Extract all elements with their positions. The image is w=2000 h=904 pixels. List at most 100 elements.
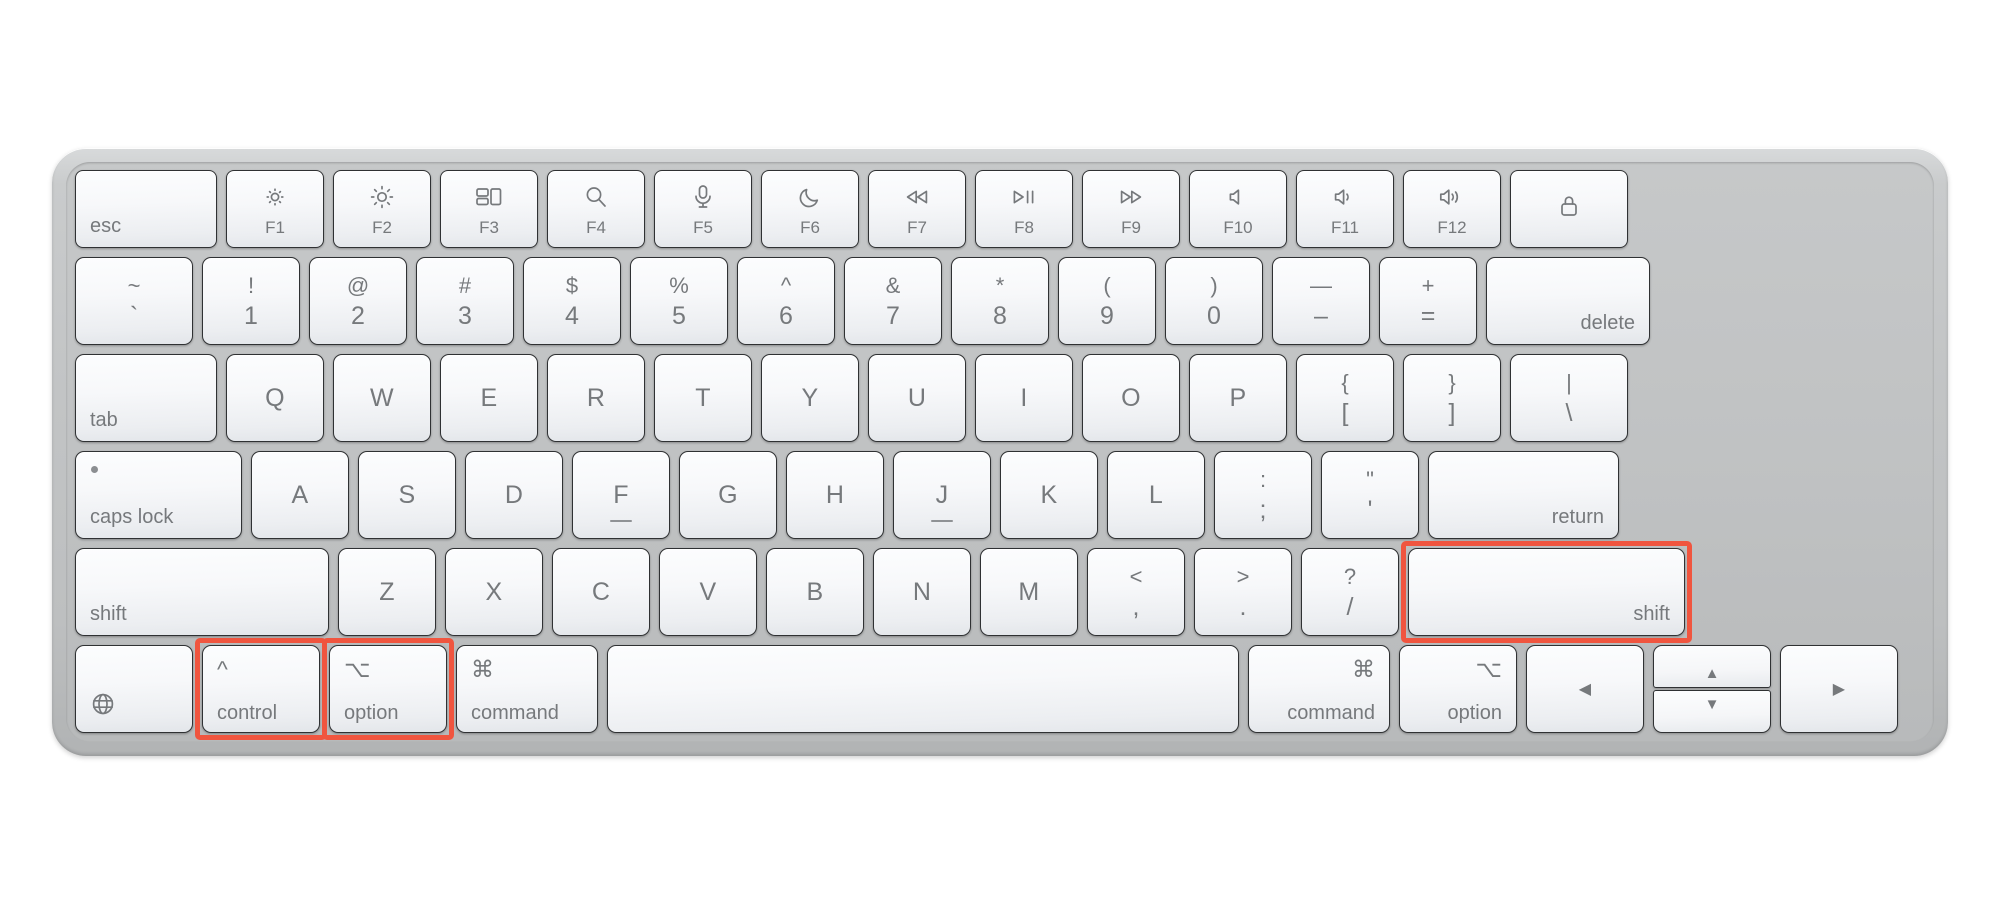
key-bracket-right[interactable]: } ] [1403,354,1501,442]
key-return[interactable]: return [1428,451,1619,539]
key-quote-upper: " [1366,467,1374,492]
key-l[interactable]: L [1107,451,1205,539]
brightness-up-icon [369,184,395,210]
key-d[interactable]: D [465,451,563,539]
key-j[interactable]: J [893,451,991,539]
key-slash[interactable]: ? / [1301,548,1399,636]
key-arrow-up[interactable]: ▲ [1653,645,1771,688]
key-n[interactable]: N [873,548,971,636]
key-quote[interactable]: " ' [1321,451,1419,539]
key-r[interactable]: R [547,354,645,442]
key-k[interactable]: K [1000,451,1098,539]
key-semicolon[interactable]: : ; [1214,451,1312,539]
key-backslash[interactable]: | \ [1510,354,1628,442]
number-key-row: ~ ` ! 1 @ 2 # 3 $ 4 % 5 ^ 6 & 7 * 8 (9 … [75,257,1925,345]
key-f[interactable]: F [572,451,670,539]
key-s[interactable]: S [358,451,456,539]
key-a[interactable]: A [251,451,349,539]
key-globe-fn[interactable] [75,645,193,733]
key-3-lower: 3 [458,301,472,330]
key-space[interactable] [607,645,1239,733]
key-e[interactable]: E [440,354,538,442]
key-q[interactable]: Q [226,354,324,442]
key-9[interactable]: ( 9 [1058,257,1156,345]
key-arrow-down[interactable]: ▼ [1653,690,1771,733]
key-5[interactable]: % 5 [630,257,728,345]
key-tab[interactable]: tab [75,354,217,442]
key-4[interactable]: $ 4 [523,257,621,345]
key-slash-upper: ? [1343,564,1357,589]
key-t[interactable]: T [654,354,752,442]
key-caps-lock[interactable]: caps lock [75,451,242,539]
key-f6[interactable]: F6 [761,170,859,248]
key-comma[interactable]: < , [1087,548,1185,636]
key-f11[interactable]: F11 [1296,170,1394,248]
key-1[interactable]: ! 1 [202,257,300,345]
key-p[interactable]: P [1189,354,1287,442]
key-backtick[interactable]: ~ ` [75,257,193,345]
key-period[interactable]: > . [1194,548,1292,636]
key-esc[interactable]: esc [75,170,217,248]
key-arrow-right[interactable]: ▶ [1780,645,1898,733]
key-7[interactable]: & 7 [844,257,942,345]
key-f12[interactable]: F12 [1403,170,1501,248]
key-3-upper: # [458,273,472,298]
key-4-lower: 4 [565,301,579,330]
key-equal[interactable]: + = [1379,257,1477,345]
key-control-left[interactable]: ^ control [195,638,327,740]
key-f4[interactable]: F4 [547,170,645,248]
key-semicolon-upper: : [1259,467,1267,492]
key-shift-left[interactable]: shift [75,548,329,636]
key-option-left-label: option [344,702,399,724]
key-0[interactable]: ) 0 [1165,257,1263,345]
highlight-box-control [195,638,327,740]
key-9-upper: ( [1103,273,1111,298]
key-f3[interactable]: F3 [440,170,538,248]
key-u[interactable]: U [868,354,966,442]
key-option-right[interactable]: ⌥ option [1399,645,1517,733]
key-touch-id[interactable] [1510,170,1628,248]
key-delete[interactable]: delete [1486,257,1650,345]
key-f5[interactable]: F5 [654,170,752,248]
key-bracket-left[interactable]: { [ [1296,354,1394,442]
spotlight-search-icon [583,184,609,210]
key-o[interactable]: O [1082,354,1180,442]
key-f9[interactable]: F9 [1082,170,1180,248]
arrow-down-icon: ▼ [1704,696,1720,713]
key-w[interactable]: W [333,354,431,442]
key-backtick-lower: ` [129,301,139,330]
key-6[interactable]: ^ 6 [737,257,835,345]
key-y[interactable]: Y [761,354,859,442]
key-8[interactable]: * 8 [951,257,1049,345]
mission-control-icon [475,184,503,210]
key-5-lower: 5 [672,301,686,330]
key-h[interactable]: H [786,451,884,539]
key-f1[interactable]: F1 [226,170,324,248]
key-v[interactable]: V [659,548,757,636]
key-option-left[interactable]: ⌥ option [322,638,454,740]
key-f10[interactable]: F10 [1189,170,1287,248]
key-z[interactable]: Z [338,548,436,636]
key-3[interactable]: # 3 [416,257,514,345]
key-arrow-left[interactable]: ◀ [1526,645,1644,733]
key-command-left[interactable]: ⌘ command [456,645,598,733]
key-shift-right[interactable]: shift [1401,541,1692,643]
key-x[interactable]: X [445,548,543,636]
key-b[interactable]: B [766,548,864,636]
key-c[interactable]: C [552,548,650,636]
key-period-upper: > [1236,564,1250,589]
key-7-upper: & [885,273,901,298]
key-i[interactable]: I [975,354,1073,442]
key-m[interactable]: M [980,548,1078,636]
key-f7[interactable]: F7 [868,170,966,248]
key-command-right[interactable]: ⌘ command [1248,645,1390,733]
key-minus[interactable]: — – [1272,257,1370,345]
key-comma-lower: , [1132,592,1140,621]
key-6-lower: 6 [779,301,793,330]
do-not-disturb-moon-icon [798,184,822,210]
key-control-left-label: control [217,702,278,724]
key-f8[interactable]: F8 [975,170,1073,248]
key-2[interactable]: @ 2 [309,257,407,345]
key-f2[interactable]: F2 [333,170,431,248]
key-g[interactable]: G [679,451,777,539]
